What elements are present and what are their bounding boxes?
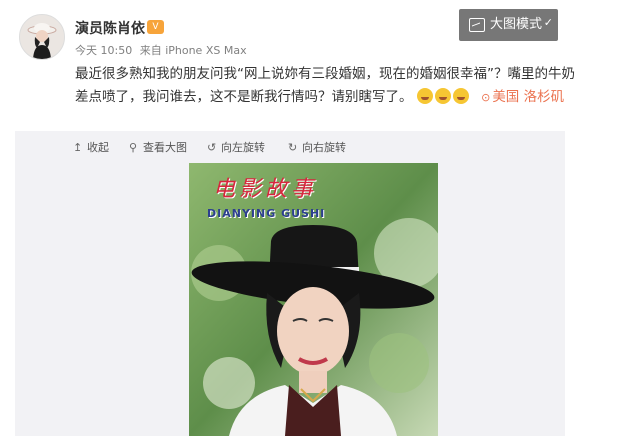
image-icon: [469, 18, 485, 32]
post-source[interactable]: 来自 iPhone XS Max: [140, 44, 247, 57]
checkmark-icon: ✓: [543, 16, 553, 29]
image-viewer: ↥ 收起 ⚲ 查看大图 ↺ 向左旋转 ↻ 向右旋转 电影故事 DIANYING …: [15, 131, 565, 436]
post-time: 今天 10:50: [75, 44, 133, 57]
location-link[interactable]: ⊙ 美国 洛杉矶: [481, 89, 564, 105]
big-image-mode-button[interactable]: 大图模式 ✓: [459, 9, 558, 41]
poster-artwork: [189, 163, 438, 436]
rotate-left-button[interactable]: ↺ 向左旋转: [207, 139, 265, 155]
rotate-right-icon: ↻: [288, 141, 298, 154]
collapse-button[interactable]: ↥ 收起: [73, 139, 109, 155]
location-text: 美国 洛杉矶: [492, 89, 565, 105]
laugh-cry-emoji: [452, 88, 469, 104]
vip-badge-icon: V: [147, 20, 164, 34]
rotate-left-label: 向左旋转: [221, 141, 265, 154]
view-large-button[interactable]: ⚲ 查看大图: [129, 139, 187, 155]
location-pin-icon: ⊙: [481, 91, 491, 104]
laugh-cry-emoji: [434, 88, 451, 104]
rotate-left-icon: ↺: [207, 141, 217, 154]
post-text: 最近很多熟知我的朋友问我“网上说妳有三段婚姻，现在的婚姻很幸福”？嘴里的牛奶差点…: [75, 63, 585, 109]
rotate-right-button[interactable]: ↻ 向右旋转: [288, 139, 346, 155]
up-arrow-icon: ↥: [73, 141, 83, 154]
author-name[interactable]: 演员陈肖依: [75, 18, 145, 38]
post-image[interactable]: 电影故事 DIANYING GUSHI: [189, 163, 438, 436]
laugh-cry-emoji: [416, 88, 433, 104]
big-mode-label: 大图模式: [490, 17, 543, 32]
post-meta: 今天 10:50 来自 iPhone XS Max: [75, 42, 251, 58]
poster-title: 电影故事: [213, 177, 318, 202]
collapse-label: 收起: [87, 141, 109, 154]
poster-subtitle: DIANYING GUSHI: [207, 207, 326, 220]
avatar[interactable]: [19, 14, 65, 60]
view-large-label: 查看大图: [143, 141, 187, 154]
rotate-right-label: 向右旋转: [302, 141, 346, 154]
search-icon: ⚲: [129, 141, 138, 154]
